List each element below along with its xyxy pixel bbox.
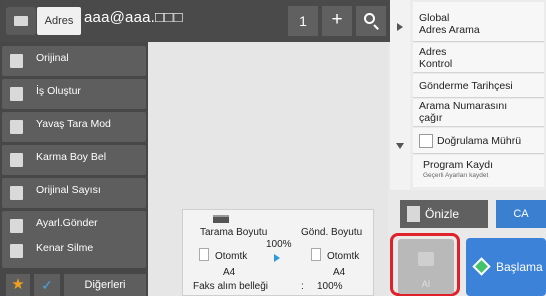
program-register-item[interactable]: Program Kaydı Geçerli Ayarları kaydet	[413, 155, 544, 187]
verification-stamp-checkbox[interactable]	[419, 134, 433, 148]
check-icon: ✓	[41, 277, 53, 293]
menu-item-label: Gönderme Tarihçesi	[419, 80, 513, 92]
menu-item-line1: Global	[419, 12, 450, 24]
scan-mode-value: Otomtk	[215, 251, 248, 262]
menu-item-line2: Adres Arama	[419, 24, 480, 36]
address-search-button[interactable]	[356, 6, 386, 36]
favorites-button[interactable]: ★	[6, 274, 30, 296]
sidebar-item-original-count[interactable]: Orijinal Sayısı	[2, 178, 146, 208]
add-address-button[interactable]: +	[322, 6, 352, 36]
scan-size-label: Tarama Boyutu	[200, 227, 268, 238]
plus-icon: +	[331, 9, 343, 30]
global-address-search-item[interactable]: Global Adres Arama	[413, 2, 544, 42]
fax-memory-separator: :	[301, 281, 304, 292]
sidebar-item-job-build[interactable]: İş Oluştur	[2, 79, 146, 109]
address-check-item[interactable]: Adres Kontrol	[413, 43, 544, 73]
verification-stamp-item[interactable]: Doğrulama Mührü	[413, 128, 544, 154]
search-icon-handle	[373, 24, 379, 30]
action-panel: Global Adres Arama Adres Kontrol Gönderm…	[410, 0, 546, 190]
preview-label: Önizle	[425, 207, 460, 221]
sidebar-item-label: Yavaş Tara Mod	[36, 118, 111, 130]
left-function-panel: Orijinal İş Oluştur Yavaş Tara Mod Karma…	[0, 42, 148, 296]
fax-memory-value: 100%	[317, 281, 343, 292]
original-icon	[10, 54, 23, 68]
preview-button[interactable]: Önizle	[400, 200, 488, 228]
address-book-icon	[14, 16, 28, 26]
send-size-label: Gönd. Boyutu	[301, 227, 363, 238]
star-icon: ★	[11, 276, 25, 293]
clear-all-button[interactable]: CA	[496, 200, 546, 228]
sidebar-item-label: Ayarl.Gönder	[36, 217, 98, 229]
left-panel-bottom-bar: ★ ✓ Diğerleri	[0, 270, 148, 296]
search-icon	[364, 13, 375, 24]
menu-item-label: Doğrulama Mührü	[437, 135, 522, 147]
send-history-item[interactable]: Gönderme Tarihçesi	[413, 74, 544, 98]
ai-icon	[418, 252, 434, 266]
document-icon	[199, 248, 209, 261]
address-count: 1	[288, 6, 318, 36]
others-button[interactable]: Diğerleri	[64, 274, 146, 296]
start-icon	[472, 257, 491, 276]
action-panel-toggle[interactable]	[390, 0, 410, 190]
address-book-button[interactable]	[6, 7, 36, 35]
menu-item-line1: Arama Numarasını	[419, 100, 508, 112]
sidebar-item-label: Orijinal	[36, 52, 69, 64]
sidebar-item-label: Orijinal Sayısı	[36, 184, 101, 196]
send-settings-icon	[10, 219, 23, 233]
document-icon	[311, 248, 321, 261]
menu-item-line2: Kontrol	[419, 58, 453, 70]
sidebar-item-erase[interactable]: Kenar Silme	[2, 236, 146, 268]
preview-icon	[407, 206, 420, 222]
mixed-size-icon	[10, 153, 23, 167]
menu-item-sublabel: Geçerli Ayarları kaydet	[423, 172, 489, 179]
send-paper-value: A4	[333, 267, 346, 278]
send-mode-value: Otomtk	[327, 251, 360, 262]
address-bar: Adres aaa@aaa.□□□ 1 +	[0, 0, 390, 42]
fax-memory-label: Faks alım belleği	[193, 281, 269, 292]
ai-button[interactable]: AI	[398, 239, 454, 294]
menu-item-line1: Adres	[419, 46, 447, 58]
scan-paper-value: A4	[223, 267, 236, 278]
menu-item-line2: çağır	[419, 112, 443, 124]
sidebar-item-label: Kenar Silme	[36, 242, 94, 254]
ai-label: AI	[421, 279, 431, 289]
start-button[interactable]: Başlama	[466, 238, 546, 296]
sidebar-item-original[interactable]: Orijinal	[2, 46, 146, 76]
recall-number-item[interactable]: Arama Numarasını çağır	[413, 99, 544, 127]
menu-item-label: Program Kaydı	[423, 159, 494, 171]
arrow-right-icon	[274, 254, 280, 262]
address-tab[interactable]: Adres	[37, 7, 81, 35]
address-field[interactable]: aaa@aaa.□□□	[84, 9, 183, 26]
chevron-right-icon	[397, 23, 403, 31]
sidebar-item-label: Karma Boy Bel	[36, 151, 107, 163]
job-build-icon	[10, 87, 23, 101]
start-label: Başlama	[496, 260, 543, 274]
check-button[interactable]: ✓	[34, 274, 60, 296]
erase-icon	[10, 244, 23, 258]
slow-scan-icon	[10, 120, 23, 134]
original-count-icon	[10, 186, 23, 200]
ratio-value: 100%	[266, 239, 292, 250]
scan-status-panel: Tarama Boyutu Gönd. Boyutu 100% Otomtk O…	[182, 209, 374, 296]
scanner-icon	[213, 215, 229, 223]
sidebar-item-label: İş Oluştur	[36, 85, 81, 97]
sidebar-item-slow-scan[interactable]: Yavaş Tara Mod	[2, 112, 146, 142]
chevron-down-icon[interactable]	[396, 143, 404, 149]
sidebar-item-mixed-size[interactable]: Karma Boy Bel	[2, 145, 146, 175]
